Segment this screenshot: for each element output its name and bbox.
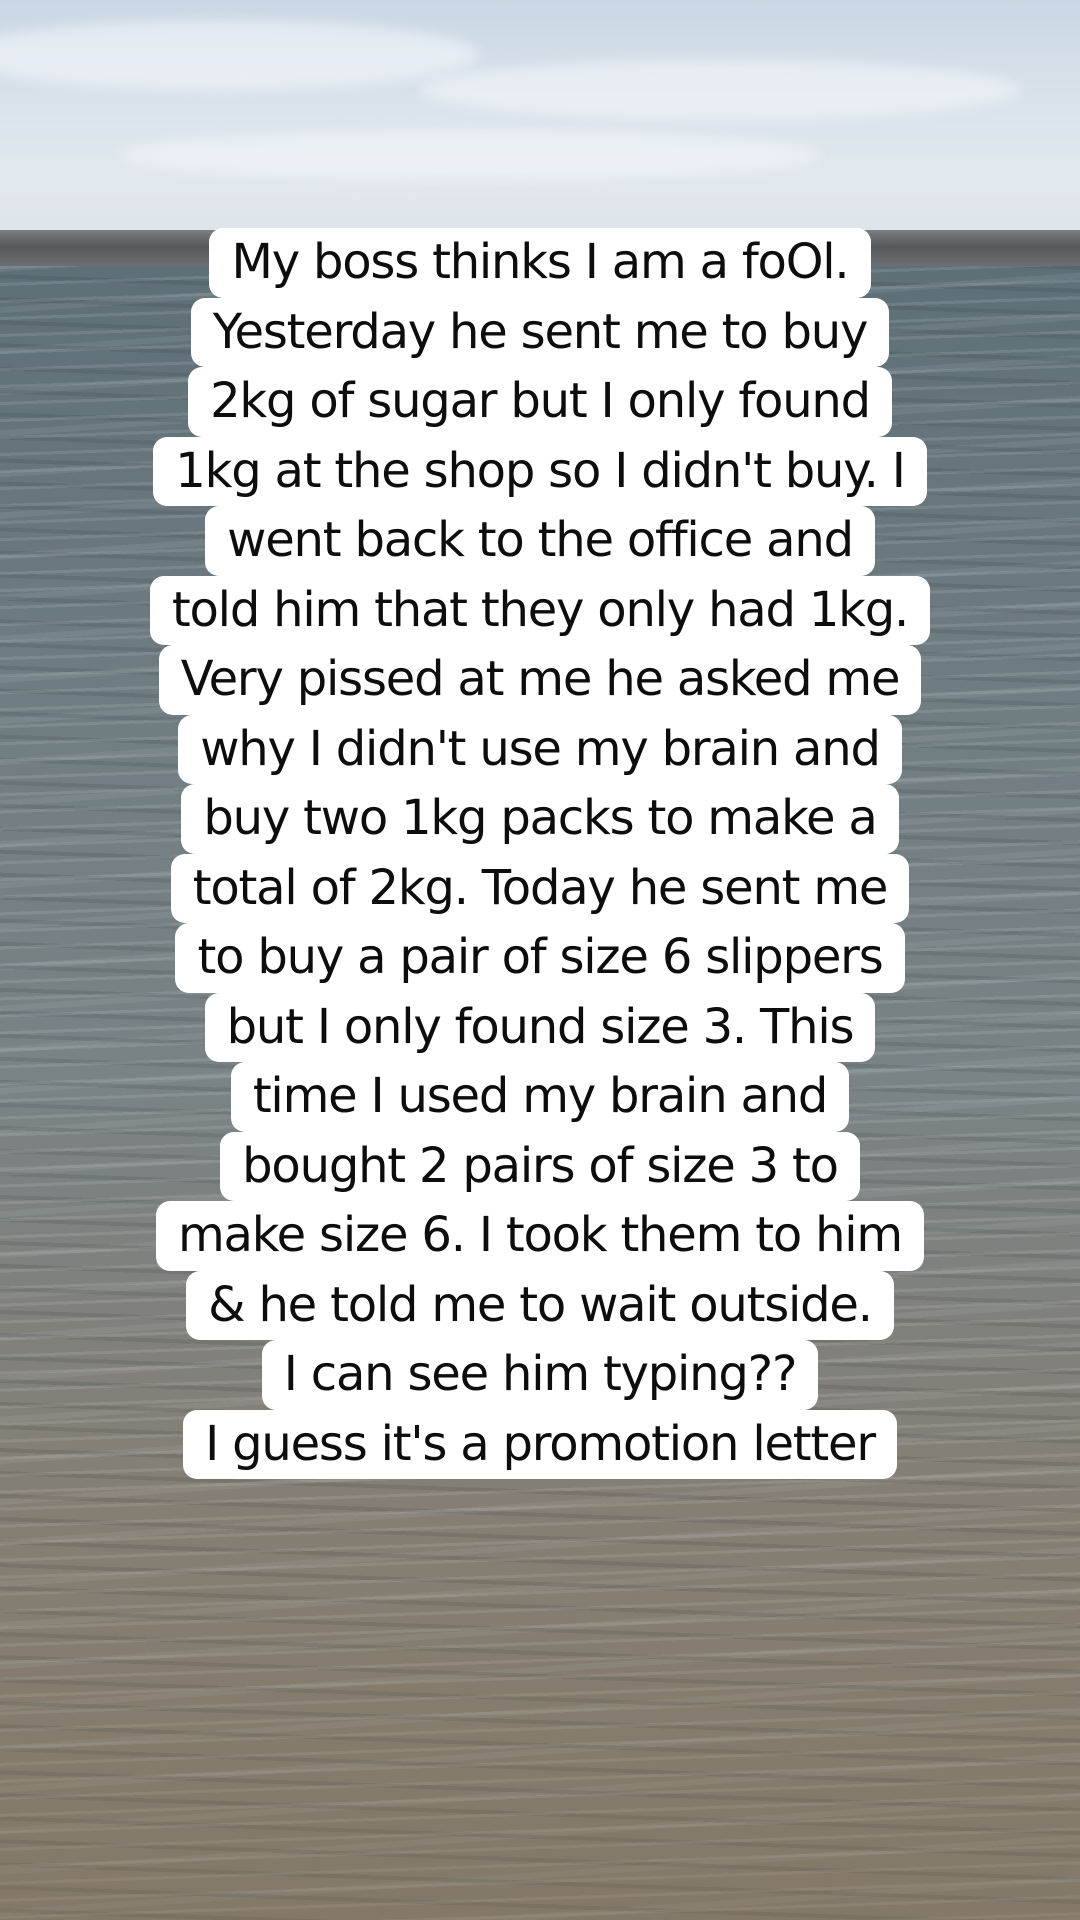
- caption-line: make size 6. I took them to him: [155, 1201, 924, 1271]
- caption-line: buy two 1kg packs to make a: [181, 784, 899, 854]
- caption-line: went back to the office and: [205, 506, 875, 576]
- caption-line: I can see him typing??: [261, 1340, 819, 1410]
- caption-line: but I only found size 3. This: [204, 992, 876, 1062]
- caption-line: time I used my brain and: [230, 1062, 850, 1132]
- sea-shade: [0, 1480, 1080, 1920]
- caption-line: bought 2 pairs of size 3 to: [220, 1131, 860, 1201]
- caption-text-overlay: My boss thinks I am a foOl. Yesterday he…: [0, 228, 1080, 1479]
- caption-line: 1kg at the shop so I didn't buy. I: [153, 436, 927, 506]
- caption-line: 2kg of sugar but I only found: [188, 367, 892, 437]
- caption-line: to buy a pair of size 6 slippers: [175, 923, 905, 993]
- caption-line: & he told me to wait outside.: [186, 1270, 894, 1340]
- cloud: [420, 60, 1020, 120]
- caption-line: Yesterday he sent me to buy: [190, 297, 890, 367]
- caption-line: Very pissed at me he asked me: [158, 645, 922, 715]
- caption-line: I guess it's a promotion letter: [183, 1409, 897, 1479]
- caption-line: told him that they only had 1kg.: [149, 575, 931, 645]
- cloud: [120, 130, 820, 180]
- caption-line: total of 2kg. Today he sent me: [170, 853, 910, 923]
- caption-line: My boss thinks I am a foOl.: [209, 228, 871, 298]
- caption-line: why I didn't use my brain and: [178, 714, 902, 784]
